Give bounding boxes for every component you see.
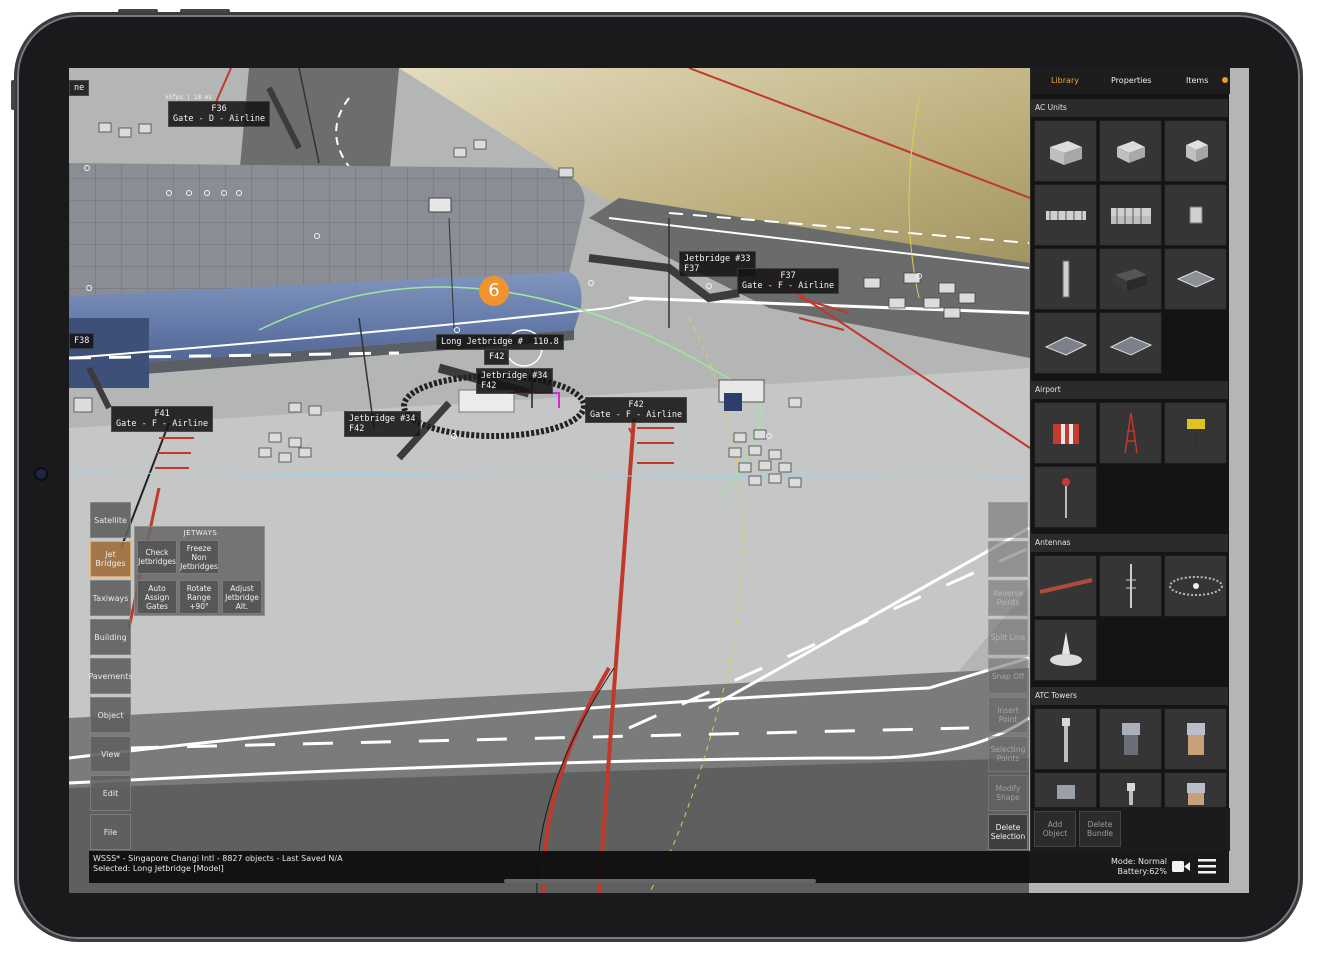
snap-off-button[interactable]: Snap Off — [988, 658, 1028, 694]
library-item-ac-unit[interactable] — [1164, 120, 1227, 182]
mode-readout: Mode: Normal — [1111, 857, 1167, 866]
object-button[interactable]: Object — [90, 697, 131, 733]
library-item-ac-unit[interactable] — [1034, 312, 1097, 374]
gate-label-f41[interactable]: F41 Gate - F - Airline — [111, 406, 214, 432]
library-item-atc-tower[interactable] — [1099, 708, 1162, 770]
view-button[interactable]: View — [90, 736, 131, 772]
satellite-button[interactable]: Satellite — [90, 502, 131, 538]
status-selected-line: Selected: Long Jetbridge [Model] — [93, 864, 224, 873]
selected-jetbridge-label[interactable]: Jetbridge #34 F42 — [476, 368, 553, 394]
library-item-airport[interactable] — [1099, 402, 1162, 464]
menu-icon[interactable] — [1198, 858, 1216, 874]
library-item-antenna[interactable] — [1164, 555, 1227, 617]
device-side-button — [11, 80, 15, 110]
freeze-non-jetbridges-button[interactable]: Freeze Non Jetbridges — [179, 540, 219, 574]
adjust-jetbridge-alt-button[interactable]: Adjust Jetbridge Alt. — [222, 580, 262, 614]
library-item-antenna[interactable] — [1034, 619, 1097, 681]
point-tool-blank-1[interactable] — [988, 502, 1028, 538]
jetbridge-label-f42[interactable]: F42 — [484, 349, 510, 365]
category-airport[interactable]: Airport — [1031, 381, 1228, 399]
reverse-points-button[interactable]: Reverse Points — [988, 580, 1028, 616]
selecting-points-button[interactable]: Selecting Points — [988, 736, 1028, 772]
split-line-button[interactable]: Split Line — [988, 619, 1028, 655]
notification-badge[interactable]: 6 — [479, 276, 509, 306]
device-top-button-2 — [180, 9, 230, 13]
category-atc-towers[interactable]: ATC Towers — [1031, 687, 1228, 705]
front-camera — [34, 467, 48, 481]
delete-bundle-button[interactable]: Delete Bundle — [1079, 811, 1121, 847]
library-item-ac-unit[interactable] — [1099, 120, 1162, 182]
library-item-ac-unit[interactable] — [1034, 248, 1097, 310]
building-button[interactable]: Building — [90, 619, 131, 655]
tab-library[interactable]: Library — [1051, 76, 1079, 85]
point-tool-blank-2[interactable] — [988, 541, 1028, 577]
library-item-airport[interactable] — [1164, 402, 1227, 464]
add-object-button[interactable]: Add Object — [1034, 811, 1076, 847]
library-tab-bar: Library Properties Items — [1031, 68, 1230, 94]
gate-label-f42[interactable]: F42 Gate - F - Airline — [585, 397, 688, 423]
library-item-ac-unit[interactable] — [1164, 248, 1227, 310]
library-item-atc-tower[interactable] — [1099, 772, 1162, 808]
taxiways-button[interactable]: Taxiways — [90, 580, 131, 616]
status-mode: Mode: Normal Battery:62% — [1111, 857, 1167, 877]
library-item-atc-tower[interactable] — [1164, 772, 1227, 808]
app-screen: 55fps | 18 ms 6 F36 Gate - D - Airline J… — [69, 68, 1249, 893]
gate-label-f36[interactable]: F36 Gate - D - Airline — [168, 101, 271, 127]
long-jetbridge-label[interactable]: Long Jetbridge # 110.8 — [436, 334, 564, 350]
status-airport-line: WSSS* - Singapore Changi Intl - 8827 obj… — [93, 854, 343, 863]
library-item-atc-tower[interactable] — [1034, 708, 1097, 770]
library-item-airport[interactable] — [1034, 466, 1097, 528]
pavements-button[interactable]: Pavements — [88, 658, 133, 694]
file-button[interactable]: File — [90, 814, 131, 850]
library-item-atc-tower[interactable] — [1034, 772, 1097, 808]
edit-button[interactable]: Edit — [90, 775, 131, 811]
library-item-ac-unit[interactable] — [1034, 184, 1097, 246]
tab-items[interactable]: Items — [1186, 76, 1208, 85]
auto-assign-gates-button[interactable]: Auto Assign Gates — [137, 580, 177, 614]
gate-label-f38[interactable]: F38 — [69, 333, 95, 349]
jet-bridges-button[interactable]: Jet Bridges — [90, 541, 131, 577]
jetways-panel: JETWAYS Check Jetbridges Freeze Non Jetb… — [134, 526, 265, 616]
battery-readout: Battery:62% — [1117, 867, 1167, 876]
status-info: WSSS* - Singapore Changi Intl - 8827 obj… — [93, 854, 343, 874]
fps-readout: 55fps | 18 ms — [165, 94, 212, 101]
tab-properties[interactable]: Properties — [1111, 76, 1151, 85]
modify-shape-button[interactable]: Modify Shape — [988, 775, 1028, 811]
jetbridge-label-34[interactable]: Jetbridge #34 F42 — [344, 411, 421, 437]
library-item-antenna[interactable] — [1099, 555, 1162, 617]
edge-label[interactable]: ne — [69, 80, 90, 96]
check-jetbridges-button[interactable]: Check Jetbridges — [137, 540, 177, 574]
camera-icon[interactable] — [1172, 860, 1190, 873]
category-ac-units[interactable]: AC Units — [1031, 99, 1228, 117]
device-top-button-1 — [118, 9, 158, 13]
library-item-ac-unit[interactable] — [1099, 248, 1162, 310]
gate-label-f37[interactable]: F37 Gate - F - Airline — [737, 268, 840, 294]
insert-point-button[interactable]: Insert Point — [988, 697, 1028, 733]
library-item-ac-unit[interactable] — [1099, 312, 1162, 374]
home-indicator — [504, 879, 816, 883]
delete-selection-button[interactable]: Delete Selection — [988, 814, 1028, 850]
library-item-antenna[interactable] — [1034, 555, 1097, 617]
library-item-ac-unit[interactable] — [1164, 184, 1227, 246]
library-item-atc-tower[interactable] — [1164, 708, 1227, 770]
library-item-airport[interactable] — [1034, 402, 1097, 464]
library-panel: Library Properties Items AC Units Airpor… — [1030, 68, 1230, 851]
category-antennas[interactable]: Antennas — [1031, 534, 1228, 552]
rotate-range-button[interactable]: Rotate Range +90° — [179, 580, 219, 614]
items-indicator-dot — [1222, 77, 1228, 83]
library-item-ac-unit[interactable] — [1099, 184, 1162, 246]
library-item-ac-unit[interactable] — [1034, 120, 1097, 182]
library-footer: Add Object Delete Bundle — [1031, 808, 1230, 851]
jetways-title: JETWAYS — [183, 529, 218, 537]
